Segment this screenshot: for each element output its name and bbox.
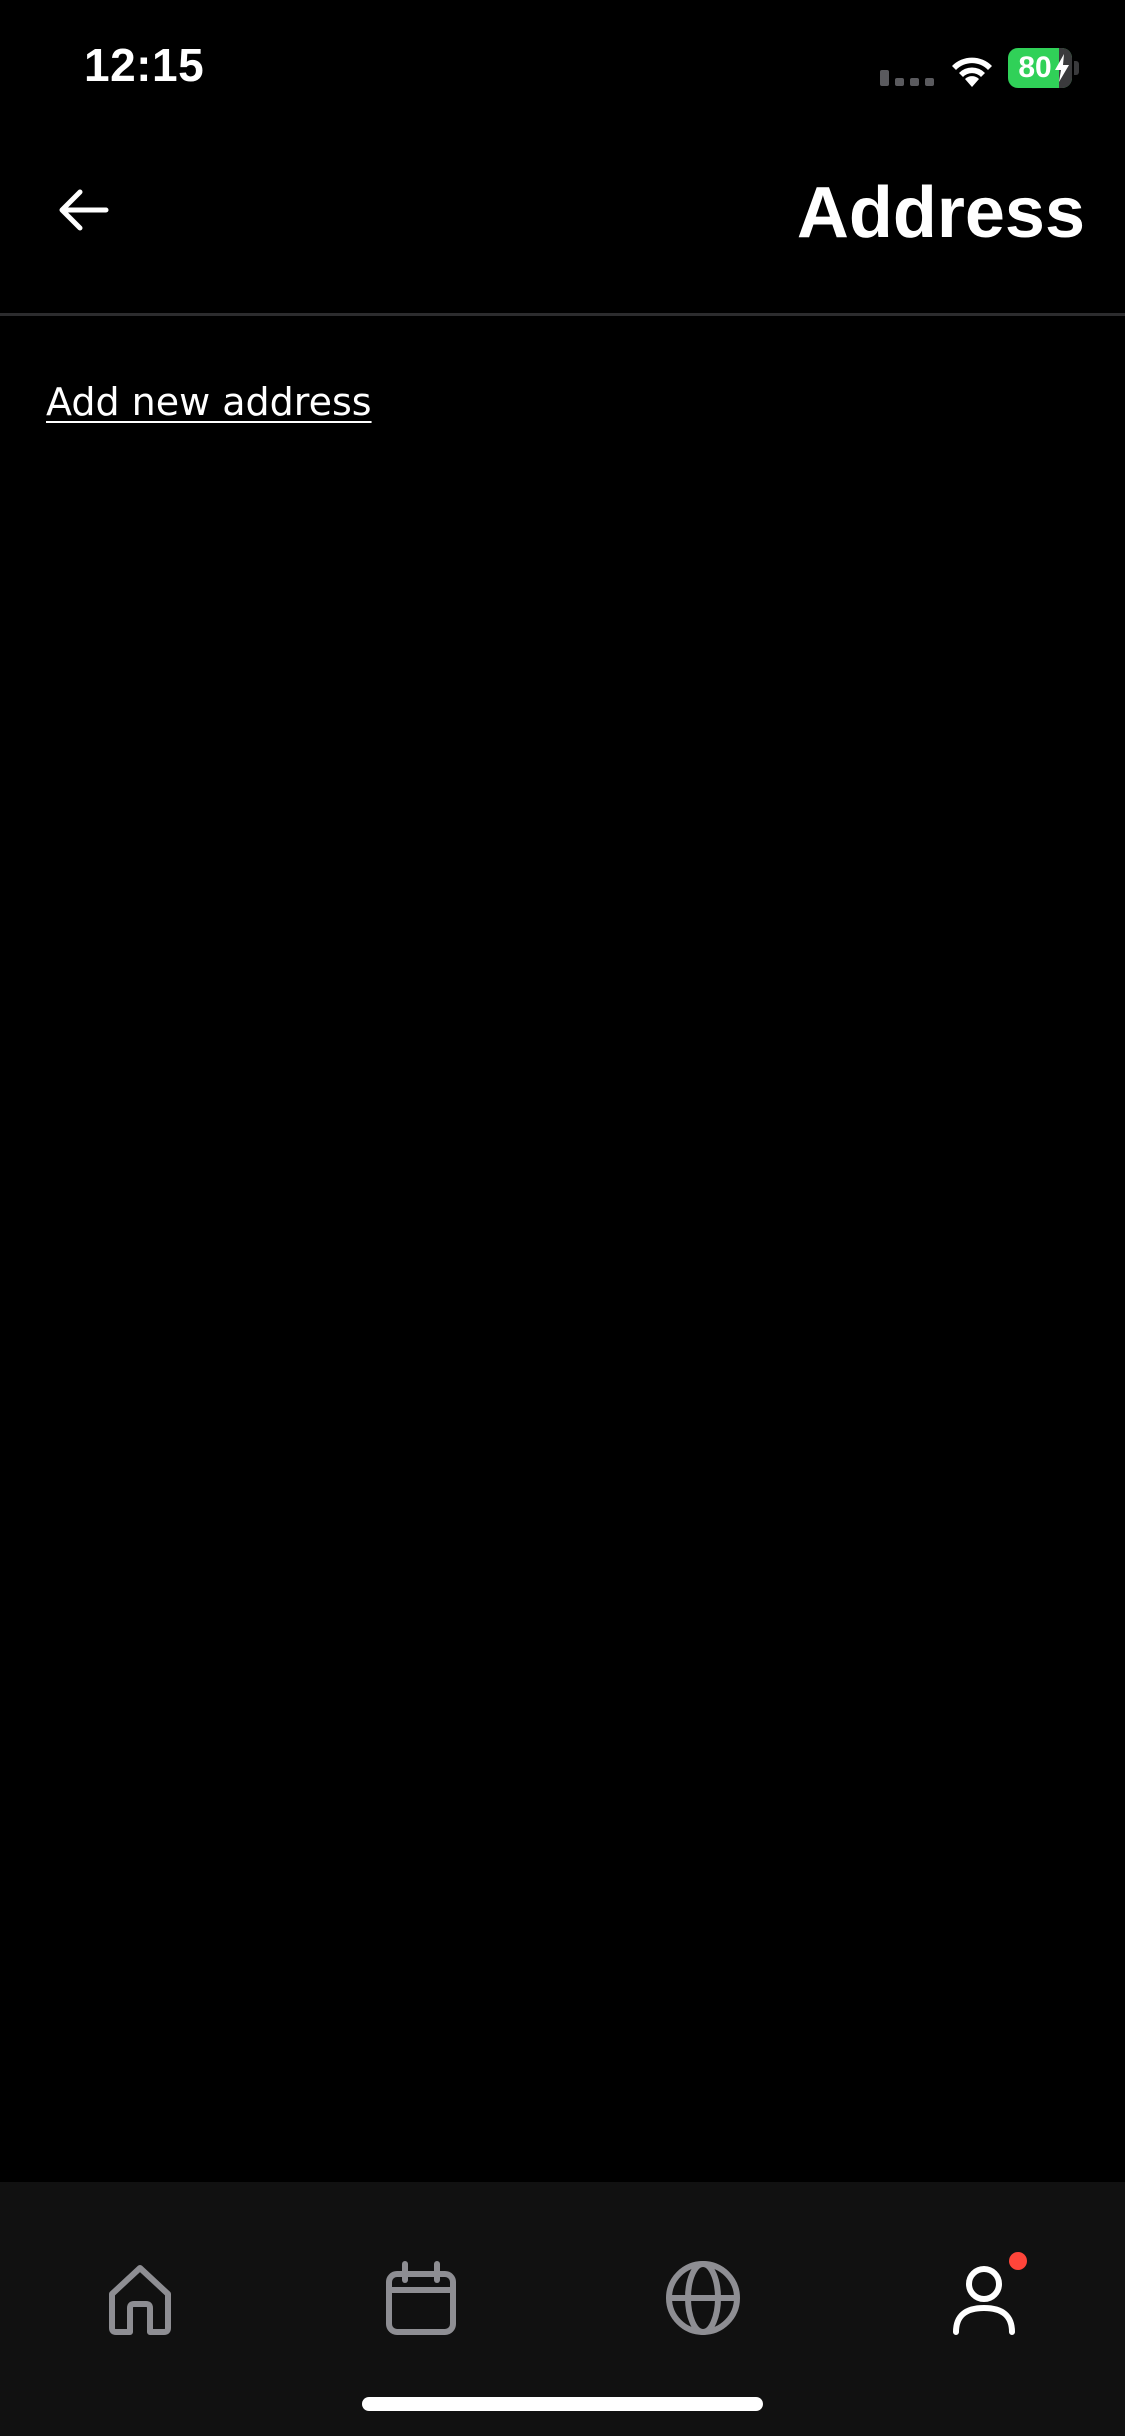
charging-bolt-icon <box>1055 54 1069 82</box>
nav-header: Address <box>0 140 1125 316</box>
status-bar: 12:15 80 <box>0 0 1125 140</box>
notification-badge <box>1009 2252 1027 2270</box>
back-button[interactable] <box>44 168 124 248</box>
tab-home[interactable] <box>80 2238 200 2358</box>
tab-calendar[interactable] <box>361 2238 481 2358</box>
battery-tip <box>1074 61 1079 75</box>
status-time: 12:15 <box>84 39 205 91</box>
battery-indicator: 80 <box>1008 48 1080 88</box>
tab-profile[interactable] <box>924 2238 1044 2358</box>
cellular-signal-icon <box>880 70 934 86</box>
home-icon <box>109 2265 171 2335</box>
add-new-address-link[interactable]: Add new address <box>46 376 372 428</box>
home-indicator <box>362 2397 763 2411</box>
arrow-left-icon <box>59 189 109 231</box>
tab-explore[interactable] <box>643 2238 763 2358</box>
wifi-icon <box>952 57 992 87</box>
globe-icon <box>666 2261 740 2335</box>
page-title: Address <box>796 173 1085 253</box>
battery-level: 80 <box>1018 51 1052 84</box>
calendar-icon <box>386 2261 456 2335</box>
